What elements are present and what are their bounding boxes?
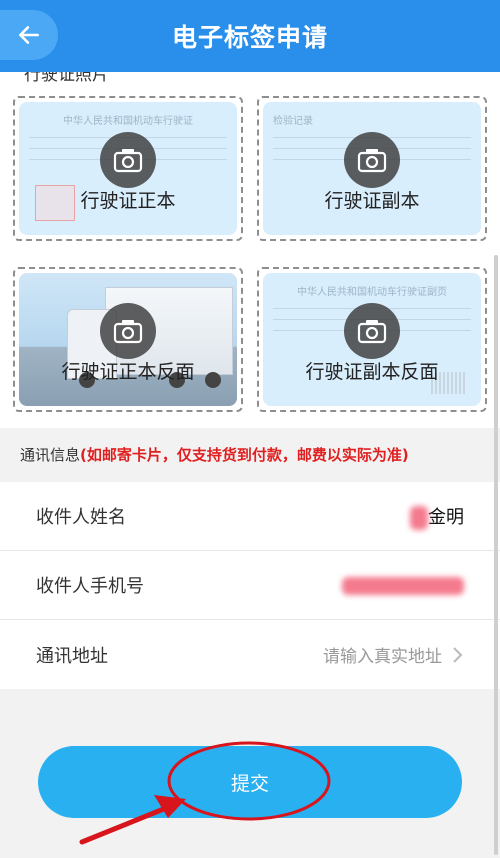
- address-label: 通讯地址: [36, 645, 108, 667]
- back-button[interactable]: [0, 10, 58, 60]
- camera-icon[interactable]: [100, 132, 156, 188]
- upload-card-license-copy-back[interactable]: 中华人民共和国机动车行驶证副页 行驶证副本反面: [257, 267, 487, 412]
- phone-row[interactable]: 收件人手机号: [0, 551, 500, 620]
- doc-watermark-title: 检验记录: [273, 116, 313, 127]
- address-placeholder: 请输入真实地址: [323, 647, 442, 667]
- card-label: 行驶证副本: [324, 190, 420, 212]
- recipient-form: 收件人姓名 金明 收件人手机号 通讯地址 请输入真实地址: [0, 482, 500, 689]
- address-row[interactable]: 通讯地址 请输入真实地址: [0, 620, 500, 689]
- doc-watermark-title: 中华人民共和国机动车行驶证: [63, 116, 193, 127]
- name-label: 收件人姓名: [36, 507, 126, 528]
- redaction: [410, 505, 428, 530]
- app-header: 电子标签申请: [0, 0, 500, 72]
- name-value: 金明: [428, 506, 464, 528]
- upload-card-license-front[interactable]: 中华人民共和国机动车行驶证 行驶证正本: [13, 96, 243, 241]
- contact-label: 通讯信息: [20, 445, 81, 464]
- page-title: 电子标签申请: [171, 23, 328, 52]
- submit-button[interactable]: 提交: [38, 746, 462, 818]
- photo-section-label: 行驶证照片: [24, 72, 109, 85]
- arrow-left-icon: [19, 26, 39, 44]
- contact-note: (如邮寄卡片，仅支持货到付款，邮费以实际为准): [80, 445, 409, 464]
- scrollbar[interactable]: [494, 255, 498, 855]
- camera-icon[interactable]: [344, 132, 400, 188]
- phone-label: 收件人手机号: [36, 576, 144, 597]
- camera-icon[interactable]: [344, 303, 400, 359]
- photo-upload-section: 行驶证照片 中华人民共和国机动车行驶证 行驶证正本 检验记录 行驶证副本 行驶证…: [0, 72, 500, 428]
- address-field[interactable]: 请输入真实地址: [323, 642, 464, 667]
- name-row[interactable]: 收件人姓名 金明: [0, 482, 500, 551]
- card-label: 行驶证副本反面: [305, 361, 439, 383]
- redaction: [342, 576, 464, 595]
- submit-area: 提交: [38, 746, 462, 818]
- name-field[interactable]: 金明: [410, 503, 464, 530]
- card-label: 行驶证正本: [80, 190, 176, 212]
- contact-info-heading: 通讯信息 (如邮寄卡片，仅支持货到付款，邮费以实际为准): [0, 428, 500, 480]
- phone-field[interactable]: [342, 575, 464, 596]
- camera-icon[interactable]: [100, 303, 156, 359]
- upload-card-license-copy[interactable]: 检验记录 行驶证副本: [257, 96, 487, 241]
- doc-watermark-title: 中华人民共和国机动车行驶证副页: [297, 287, 447, 298]
- card-label: 行驶证正本反面: [61, 361, 195, 383]
- upload-card-license-front-back[interactable]: 行驶证正本反面: [13, 267, 243, 412]
- chevron-right-icon: [453, 646, 463, 663]
